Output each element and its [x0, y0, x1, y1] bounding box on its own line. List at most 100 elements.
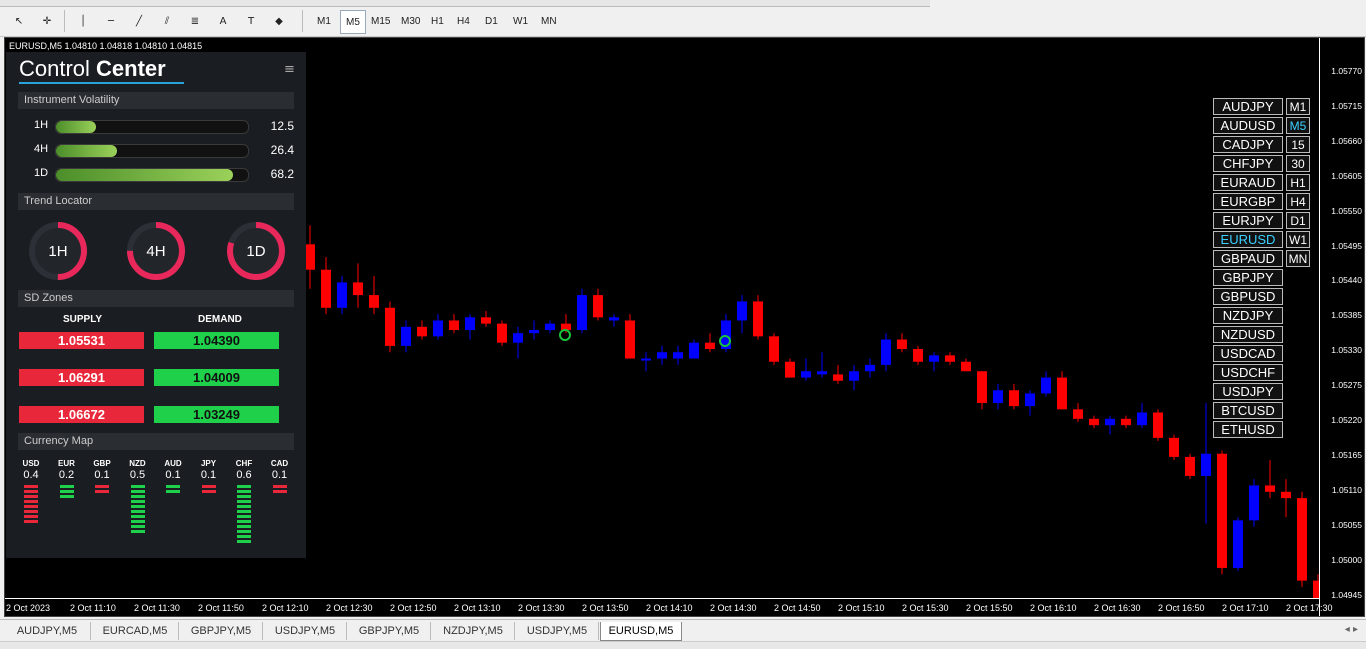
symbol-button-usdjpy[interactable]: USDJPY [1213, 383, 1283, 400]
timeframe-button-d1[interactable]: D1 [480, 10, 503, 32]
currency-strength-bars [166, 485, 180, 493]
time-axis: 2 Oct 2023 2 Oct 11:10 2 Oct 11:30 2 Oct 11… [5, 598, 1333, 616]
currency-strength-value: 0.1 [165, 469, 181, 481]
timeframe-button-m5[interactable]: M5 [340, 10, 366, 34]
chart-tab-3[interactable]: USDJPY,M5 [264, 622, 347, 640]
price-label: 1.04945 [1331, 589, 1362, 600]
symbol-timeframe-button-m5[interactable]: M5 [1286, 117, 1310, 134]
candle-body [609, 317, 619, 321]
currency-code: CHF [235, 459, 253, 468]
symbol-button-audjpy[interactable]: AUDJPY [1213, 98, 1283, 115]
trend-gauge-label: 4H [146, 242, 166, 260]
strength-bar [272, 490, 287, 493]
timeframe-button-h1[interactable]: H1 [426, 10, 449, 32]
currency-nzd: NZD 0.5 [125, 459, 151, 535]
supply-zone-value: 1.06291 [19, 369, 144, 386]
menu-strip [0, 0, 930, 7]
time-label: 2 Oct 13:10 [454, 603, 501, 613]
chart-tab-2[interactable]: GBPJPY,M5 [180, 622, 263, 640]
hamburger-menu-icon[interactable]: ≡ [284, 62, 295, 77]
time-label: 2 Oct 17:10 [1222, 603, 1269, 613]
strength-bar [24, 520, 38, 523]
tab-scroll-arrows[interactable]: ◂ ▸ [1345, 624, 1358, 635]
symbol-button-audusd[interactable]: AUDUSD [1213, 117, 1283, 134]
time-label: 2 Oct 2023 [6, 603, 51, 613]
symbol-button-nzdusd[interactable]: NZDUSD [1213, 326, 1283, 343]
volatility-bar [55, 144, 249, 158]
trendline-icon[interactable]: ╱ [128, 10, 150, 32]
candle-body [417, 326, 427, 337]
candle-body [593, 295, 603, 318]
symbol-button-usdchf[interactable]: USDCHF [1213, 364, 1283, 381]
demand-column-header: DEMAND [198, 314, 242, 325]
symbol-button-ethusd[interactable]: ETHUSD [1213, 421, 1283, 438]
chart-tab-6[interactable]: USDJPY,M5 [516, 622, 599, 640]
candle-body [641, 358, 651, 361]
timeframe-button-m1[interactable]: M1 [312, 10, 336, 32]
symbol-button-euraud[interactable]: EURAUD [1213, 174, 1283, 191]
volatility-bar-fill [56, 121, 97, 133]
symbol-button-usdcad[interactable]: USDCAD [1213, 345, 1283, 362]
symbol-timeframe-button-mn[interactable]: MN [1286, 250, 1310, 267]
timeframe-button-m15[interactable]: M15 [366, 10, 395, 32]
symbol-button-eurgbp[interactable]: EURGBP [1213, 193, 1283, 210]
time-label: 2 Oct 15:50 [966, 603, 1013, 613]
title-underline [19, 82, 184, 84]
sd-zones-heading: SD Zones [18, 290, 294, 307]
currency-strength-value: 0.1 [200, 469, 217, 481]
strength-bar [237, 505, 251, 508]
toolbar: ↖ ✛ │ ─ ╱ ⫽ ≣ A T ◆ M1 M5 M15 M30 H1 H4 D1 W1 MN [0, 0, 1366, 37]
candle-body [1201, 453, 1211, 476]
chart-window[interactable]: EURUSD,M5 1.04810 1.04818 1.04810 1.0481… [4, 37, 1365, 617]
candle-body [401, 326, 411, 346]
symbol-timeframe-button-d1[interactable]: D1 [1286, 212, 1310, 229]
text-icon[interactable]: A [212, 10, 234, 32]
chart-tab-7[interactable]: EURUSD,M5 [600, 622, 682, 641]
currency-strength-bars [237, 485, 251, 543]
symbol-timeframe-button-m1[interactable]: M1 [1286, 98, 1310, 115]
currency-code: CAD [270, 459, 289, 468]
chart-tab-1[interactable]: EURCAD,M5 [92, 622, 179, 640]
cursor-icon[interactable]: ↖ [8, 10, 30, 32]
toolbar-separator [302, 10, 303, 32]
timeframe-button-w1[interactable]: W1 [508, 10, 533, 32]
currency-strength-value: 0.1 [94, 469, 110, 481]
symbol-button-gbpusd[interactable]: GBPUSD [1213, 288, 1283, 305]
label-icon[interactable]: T [240, 10, 262, 32]
time-label: 2 Oct 14:10 [646, 603, 693, 613]
symbol-button-gbpjpy[interactable]: GBPJPY [1213, 269, 1283, 286]
crosshair-icon[interactable]: ✛ [36, 10, 58, 32]
symbol-button-nzdjpy[interactable]: NZDJPY [1213, 307, 1283, 324]
timeframe-button-m30[interactable]: M30 [396, 10, 425, 32]
chart-tab-4[interactable]: GBPJPY,M5 [348, 622, 431, 640]
horizontal-line-icon[interactable]: ─ [100, 10, 122, 32]
currency-strength-bars [201, 485, 216, 493]
candle-body [1073, 409, 1083, 419]
timeframe-button-h4[interactable]: H4 [452, 10, 475, 32]
strength-bar [130, 490, 145, 493]
symbol-timeframe-button-30[interactable]: 30 [1286, 155, 1310, 172]
strength-bar [237, 540, 251, 543]
candle-body [529, 329, 539, 334]
fibonacci-icon[interactable]: ≣ [184, 10, 206, 32]
symbol-button-eurjpy[interactable]: EURJPY [1213, 212, 1283, 229]
symbol-timeframe-button-h1[interactable]: H1 [1286, 174, 1310, 191]
time-label: 2 Oct 16:10 [1030, 603, 1077, 613]
symbol-button-chfjpy[interactable]: CHFJPY [1213, 155, 1283, 172]
symbol-timeframe-button-15[interactable]: 15 [1286, 136, 1310, 153]
strength-bar [24, 500, 38, 503]
vertical-line-icon[interactable]: │ [72, 10, 94, 32]
symbol-button-btcusd[interactable]: BTCUSD [1213, 402, 1283, 419]
chart-tab-0[interactable]: AUDJPY,M5 [4, 622, 91, 640]
time-label: 2 Oct 15:30 [902, 603, 949, 613]
symbol-button-cadjpy[interactable]: CADJPY [1213, 136, 1283, 153]
strength-bar [130, 510, 145, 513]
symbol-button-gbpaud[interactable]: GBPAUD [1213, 250, 1283, 267]
channel-icon[interactable]: ⫽ [156, 10, 178, 32]
symbol-timeframe-button-h4[interactable]: H4 [1286, 193, 1310, 210]
chart-tab-5[interactable]: NZDJPY,M5 [432, 622, 515, 640]
symbol-timeframe-button-w1[interactable]: W1 [1286, 231, 1310, 248]
timeframe-button-mn[interactable]: MN [536, 10, 562, 32]
symbol-button-eurusd[interactable]: EURUSD [1213, 231, 1283, 248]
shapes-icon[interactable]: ◆ [268, 10, 290, 32]
